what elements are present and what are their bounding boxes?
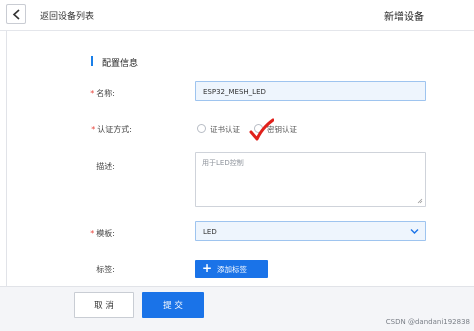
watermark: CSDN @dandani192838 xyxy=(385,318,470,326)
required-mark: * xyxy=(91,125,96,134)
name-value: ESP32_MESH_LED xyxy=(203,88,266,96)
description-textarea[interactable]: 用于LED控制 xyxy=(195,152,426,207)
page-title: 新增设备 xyxy=(384,12,424,23)
back-button[interactable] xyxy=(6,4,26,24)
required-mark: * xyxy=(90,89,95,98)
auth-cert-label[interactable]: 证书认证 xyxy=(210,124,240,135)
auth-method-label: * 认证方式: xyxy=(91,125,132,134)
name-field[interactable]: ESP32_MESH_LED xyxy=(195,81,426,101)
section-accent-bar xyxy=(91,56,93,66)
template-label: * 模板: xyxy=(90,229,115,238)
chevron-down-icon xyxy=(410,229,419,234)
submit-button[interactable]: 提 交 xyxy=(142,292,204,318)
section-title: 配置信息 xyxy=(102,59,139,69)
description-label: 描述: xyxy=(96,162,115,171)
description-placeholder: 用于LED控制 xyxy=(202,159,244,167)
required-mark: * xyxy=(90,229,95,238)
template-value: LED xyxy=(203,228,217,236)
template-select[interactable]: LED xyxy=(195,221,426,241)
cancel-button[interactable]: 取 消 xyxy=(74,292,134,318)
tags-label: 标签: xyxy=(96,265,115,274)
plus-icon: + xyxy=(202,261,213,275)
divider xyxy=(6,31,7,286)
top-bar: 返回设备列表 新增设备 xyxy=(0,0,474,31)
chevron-left-icon xyxy=(12,9,20,20)
add-tag-button[interactable]: + 添加标签 xyxy=(195,260,268,278)
checkmark-annotation-icon xyxy=(249,118,274,141)
resize-grip-icon[interactable] xyxy=(417,198,423,204)
back-to-device-list-link[interactable]: 返回设备列表 xyxy=(40,9,94,22)
name-label: * 名称: xyxy=(90,89,115,98)
add-tag-label: 添加标签 xyxy=(217,265,247,274)
auth-cert-radio[interactable] xyxy=(197,124,206,133)
